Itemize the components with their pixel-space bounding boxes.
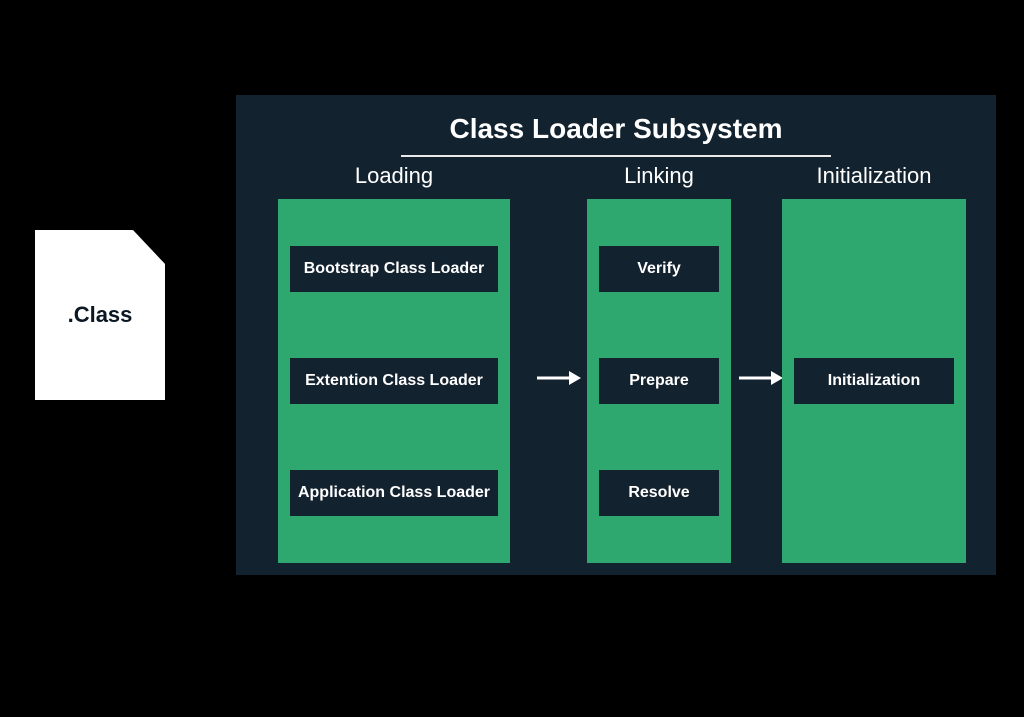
phase-linking: Linking Verify Prepare Resolve	[584, 163, 734, 563]
subsystem-title: Class Loader Subsystem	[401, 113, 831, 157]
loading-item-application: Application Class Loader	[290, 470, 498, 516]
loading-item-extension: Extention Class Loader	[290, 358, 498, 404]
linking-item-resolve: Resolve	[599, 470, 719, 516]
linking-item-prepare: Prepare	[599, 358, 719, 404]
phase-init-box: Initialization	[782, 199, 966, 563]
phase-linking-label: Linking	[624, 163, 694, 189]
init-item: Initialization	[794, 358, 954, 404]
phase-loading-box: Bootstrap Class Loader Extention Class L…	[278, 199, 510, 563]
arrow-linking-to-init	[734, 193, 786, 563]
arrow-loading-to-linking	[532, 193, 584, 563]
class-loader-subsystem: Class Loader Subsystem Loading Bootstrap…	[236, 95, 996, 575]
phase-initialization: Initialization Initialization	[786, 163, 962, 563]
loading-item-bootstrap: Bootstrap Class Loader	[290, 246, 498, 292]
file-label: .Class	[68, 302, 133, 328]
phase-loading-label: Loading	[355, 163, 433, 189]
phase-init-label: Initialization	[817, 163, 932, 189]
linking-item-verify: Verify	[599, 246, 719, 292]
phases-row: Loading Bootstrap Class Loader Extention…	[256, 163, 976, 563]
class-file-icon: .Class	[35, 230, 165, 400]
file-fold-icon	[133, 230, 165, 264]
arrow-right-icon	[737, 368, 783, 388]
phase-linking-box: Verify Prepare Resolve	[587, 199, 731, 563]
arrow-right-icon	[535, 368, 581, 388]
phase-loading: Loading Bootstrap Class Loader Extention…	[256, 163, 532, 563]
